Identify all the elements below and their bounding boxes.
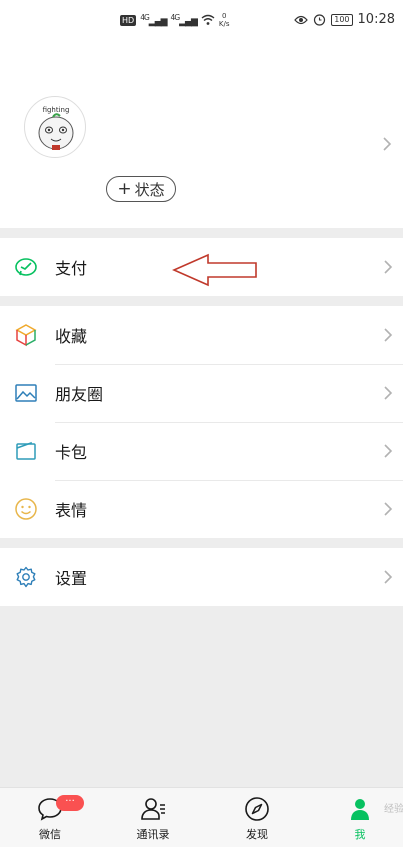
menu-item-stickers[interactable]: 表情 bbox=[0, 480, 403, 538]
tab-label: 通讯录 bbox=[136, 828, 170, 841]
smile-icon bbox=[15, 498, 37, 520]
menu-item-moments[interactable]: 朋友圈 bbox=[0, 364, 403, 422]
avatar[interactable]: fighting bbox=[24, 96, 86, 158]
menu-item-label: 支付 bbox=[55, 259, 88, 278]
person-icon bbox=[351, 799, 369, 820]
menu-item-cards[interactable]: 卡包 bbox=[0, 422, 403, 480]
chevron-right-icon bbox=[384, 260, 393, 274]
bottom-tab-bar: ··· 微信 通讯录 发现 我 经验 bbox=[0, 787, 403, 847]
tab-contacts[interactable]: 通讯录 bbox=[103, 788, 203, 847]
wallet-icon bbox=[16, 441, 36, 460]
profile-header[interactable]: fighting + 状态 bbox=[0, 44, 403, 228]
menu-item-label: 收藏 bbox=[55, 327, 88, 346]
wifi-icon bbox=[201, 14, 215, 25]
watermark: 经验 bbox=[384, 804, 403, 815]
menu-item-settings[interactable]: 设置 bbox=[0, 548, 403, 606]
unread-badge: ··· bbox=[56, 795, 84, 811]
tab-label: 我 bbox=[354, 828, 366, 841]
menu-group-settings: 设置 bbox=[0, 548, 403, 606]
menu-group-main: 收藏 朋友圈 卡包 表情 bbox=[0, 306, 403, 538]
gear-icon bbox=[16, 566, 36, 588]
hd-icon: HD bbox=[120, 14, 137, 26]
status-bar: HD 4G▂▄▆ 4G▂▄▆ 0 K/s 100 10:28 bbox=[0, 0, 403, 44]
tab-me[interactable]: 我 经验 bbox=[310, 788, 403, 847]
cube-icon bbox=[15, 324, 37, 347]
eye-icon bbox=[294, 15, 309, 24]
tab-label: 发现 bbox=[246, 828, 268, 841]
chevron-right-icon bbox=[384, 328, 393, 342]
menu-item-label: 设置 bbox=[55, 569, 88, 588]
svg-text:fighting: fighting bbox=[43, 106, 70, 114]
signal-icon: 4G▂▄▆ bbox=[140, 13, 167, 27]
pay-icon bbox=[15, 258, 37, 276]
battery-icon: 100 bbox=[331, 13, 353, 26]
status-button-label: 状态 bbox=[134, 180, 165, 199]
chevron-right-icon bbox=[384, 570, 393, 584]
avatar-image: fighting bbox=[38, 106, 74, 150]
chevron-right-icon bbox=[383, 137, 392, 151]
signal-icon: 4G▂▄▆ bbox=[170, 13, 198, 27]
chevron-right-icon bbox=[384, 444, 393, 458]
alarm-icon bbox=[314, 14, 326, 26]
image-icon bbox=[15, 384, 37, 402]
contacts-icon bbox=[141, 798, 165, 820]
tab-discover[interactable]: 发现 bbox=[207, 788, 307, 847]
compass-icon bbox=[245, 797, 269, 821]
annotation-arrow-icon bbox=[172, 253, 257, 287]
menu-item-label: 卡包 bbox=[55, 443, 88, 462]
chevron-right-icon bbox=[384, 502, 393, 516]
menu-item-favorites[interactable]: 收藏 bbox=[0, 306, 403, 364]
status-bar-left: HD 4G▂▄▆ 4G▂▄▆ 0 K/s bbox=[120, 12, 230, 28]
menu-item-label: 表情 bbox=[55, 501, 88, 520]
menu-item-label: 朋友圈 bbox=[55, 385, 104, 404]
clock: 10:28 bbox=[357, 12, 395, 27]
tab-chats[interactable]: ··· 微信 bbox=[0, 788, 100, 847]
plus-icon: + bbox=[117, 179, 132, 199]
tab-label: 微信 bbox=[39, 828, 61, 841]
add-status-button[interactable]: + 状态 bbox=[106, 176, 176, 202]
chevron-right-icon bbox=[384, 386, 393, 400]
status-bar-right: 100 10:28 bbox=[294, 12, 395, 27]
network-speed: 0 K/s bbox=[218, 12, 230, 28]
